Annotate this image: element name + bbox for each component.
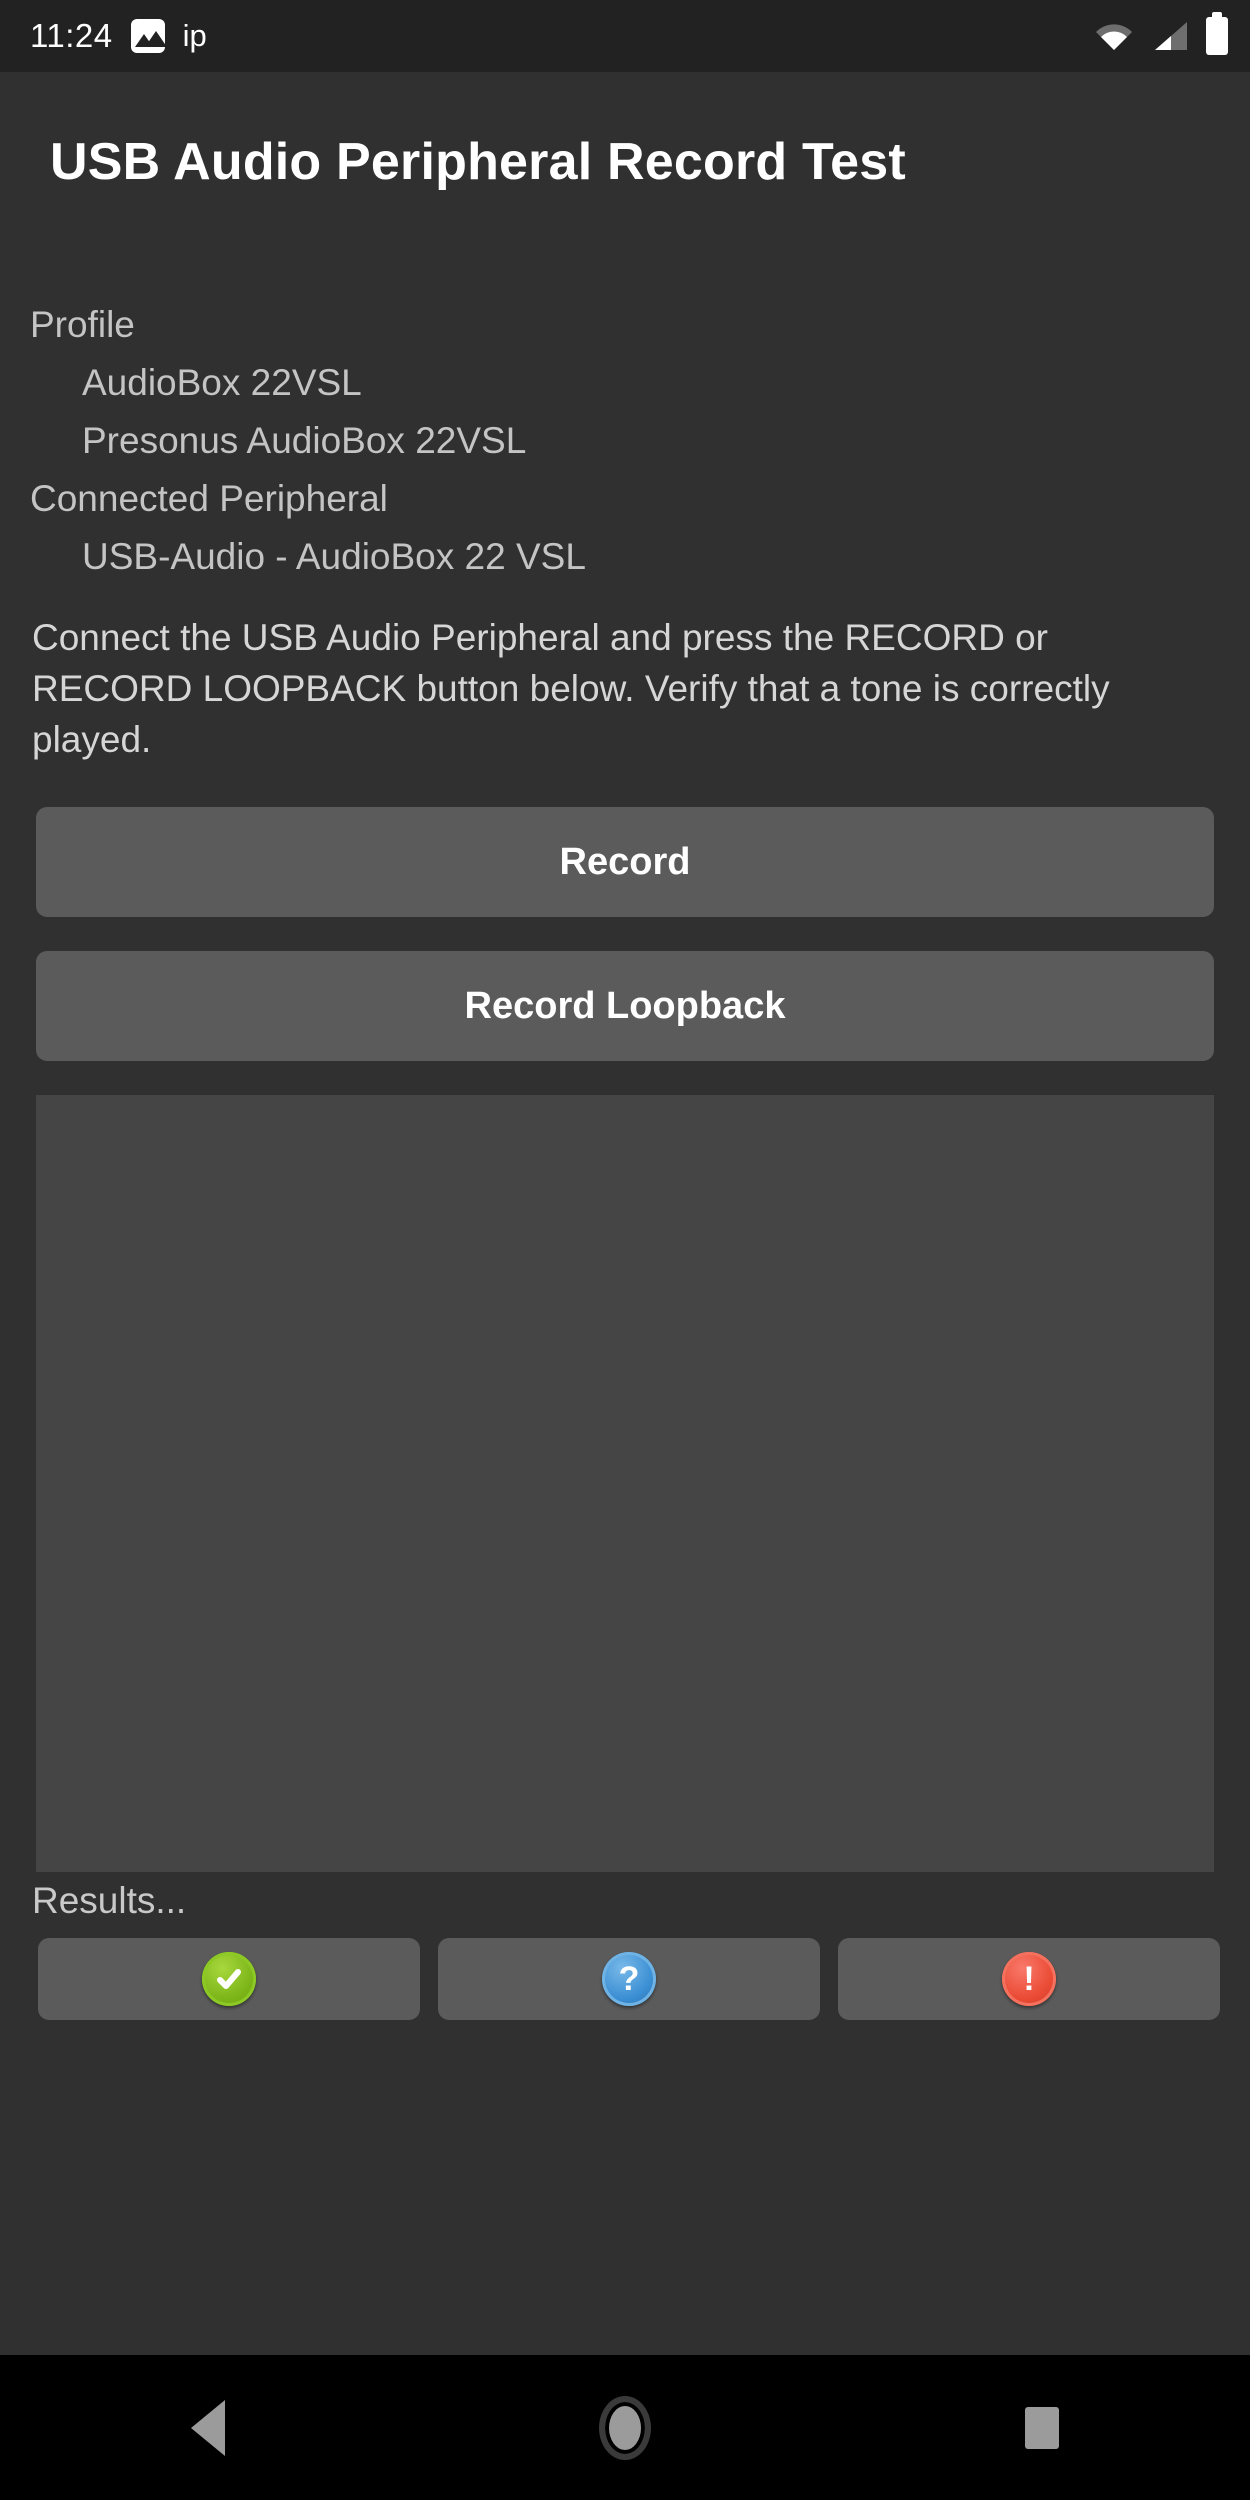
main-content: Profile AudioBox 22VSL Presonus AudioBox… bbox=[0, 272, 1250, 2020]
record-loopback-button[interactable]: Record Loopback bbox=[36, 951, 1214, 1061]
status-bar-notification-text: ip bbox=[182, 18, 207, 53]
back-icon bbox=[191, 2399, 226, 2456]
wifi-icon bbox=[1094, 20, 1134, 52]
battery-icon bbox=[1206, 12, 1228, 55]
status-bar: 11:24 ip bbox=[0, 0, 1250, 72]
connected-peripheral-value: USB-Audio - AudioBox 22 VSL bbox=[82, 536, 586, 577]
exclamation-icon: ! bbox=[1002, 1952, 1056, 2006]
question-mark-icon: ? bbox=[602, 1952, 656, 2006]
nav-back-button[interactable] bbox=[133, 2355, 283, 2500]
check-icon bbox=[202, 1952, 256, 2006]
exclamation-glyph: ! bbox=[1023, 1960, 1035, 1998]
status-bar-clock: 11:24 bbox=[30, 17, 113, 54]
profile-vendor: Presonus AudioBox 22VSL bbox=[82, 420, 527, 461]
device-info-block: Profile AudioBox 22VSL Presonus AudioBox… bbox=[0, 272, 1250, 586]
pass-button[interactable] bbox=[38, 1938, 420, 2020]
connected-peripheral-label: Connected Peripheral bbox=[30, 478, 388, 519]
results-output-panel bbox=[36, 1095, 1214, 1872]
cell-signal-icon bbox=[1151, 20, 1189, 52]
image-icon bbox=[130, 19, 165, 53]
record-button[interactable]: Record bbox=[36, 807, 1214, 917]
profile-label: Profile bbox=[30, 304, 135, 345]
app-title-bar: USB Audio Peripheral Record Test bbox=[0, 72, 1250, 272]
question-mark-glyph: ? bbox=[618, 1960, 640, 1998]
result-actions-row: ? ! bbox=[30, 1938, 1220, 2020]
info-button[interactable]: ? bbox=[438, 1938, 820, 2020]
nav-recents-button[interactable] bbox=[967, 2355, 1117, 2500]
home-icon bbox=[604, 2401, 645, 2454]
nav-home-button[interactable] bbox=[550, 2355, 700, 2500]
status-bar-left: 11:24 ip bbox=[30, 17, 1094, 55]
recents-icon bbox=[1024, 2406, 1059, 2449]
android-navigation-bar bbox=[0, 2355, 1250, 2500]
fail-button[interactable]: ! bbox=[838, 1938, 1220, 2020]
page-title: USB Audio Peripheral Record Test bbox=[50, 133, 906, 191]
app-screen: 11:24 ip USB Audio Peripheral Record Tes… bbox=[0, 0, 1250, 2500]
instructions-text: Connect the USB Audio Peripheral and pre… bbox=[32, 617, 1110, 760]
profile-name: AudioBox 22VSL bbox=[82, 362, 362, 403]
results-label: Results... bbox=[32, 1880, 187, 1921]
status-bar-right bbox=[1094, 12, 1228, 55]
